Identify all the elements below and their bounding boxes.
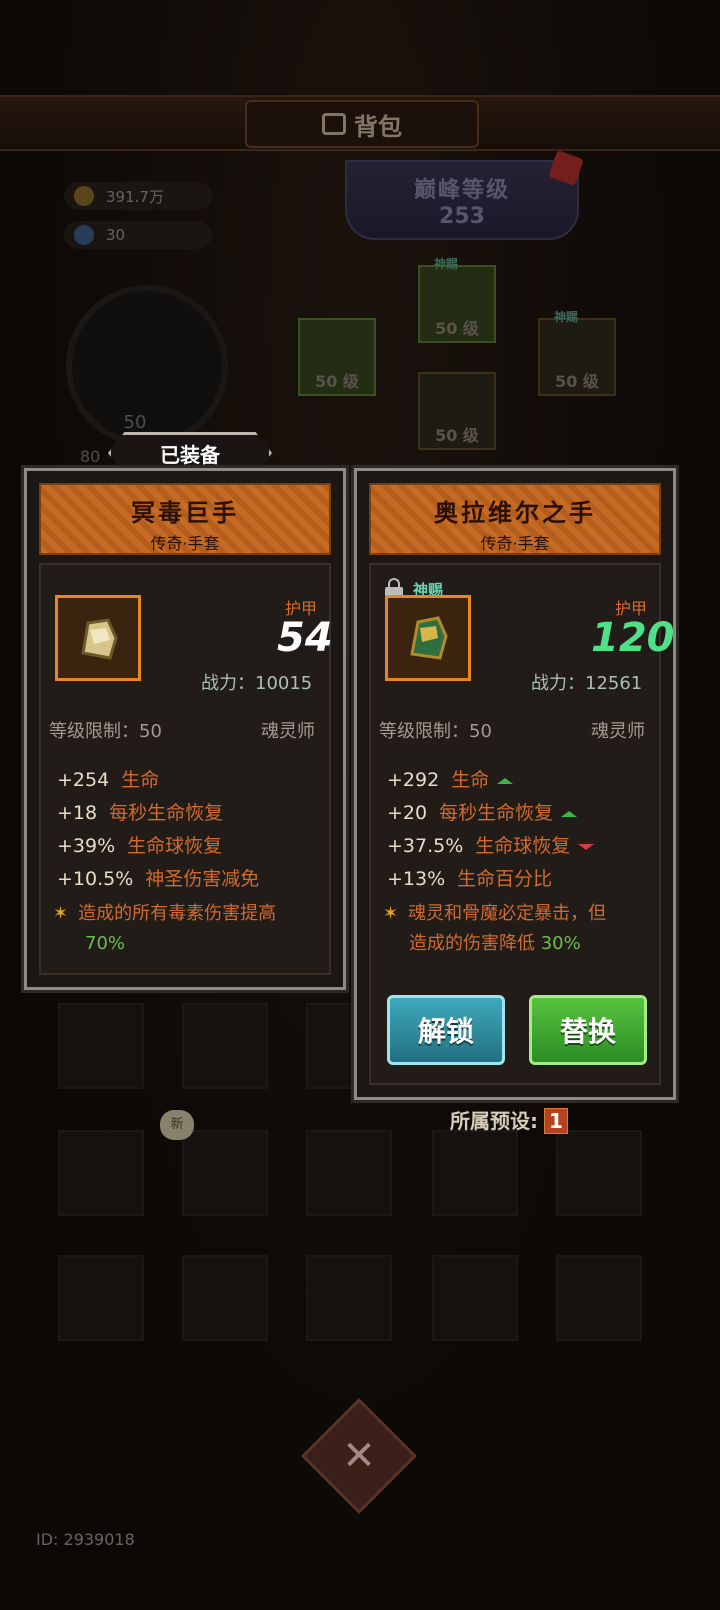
stat-line: +292 生命 bbox=[387, 765, 514, 792]
gauntlet-gold-icon[interactable] bbox=[55, 595, 141, 681]
stat-line: +39% 生命球恢复 bbox=[57, 835, 223, 857]
star-icon: ✶ bbox=[53, 903, 69, 924]
candidate-item-subtitle: 传奇·手套 bbox=[480, 534, 550, 553]
class-label: 魂灵师 bbox=[591, 721, 645, 742]
preset-label: 所属预设: bbox=[450, 1109, 538, 1133]
special-effect: ✶ 魂灵和骨魔必定暴击，但 造成的伤害降低 30% bbox=[383, 903, 607, 954]
stat-line: +13% 生命百分比 bbox=[387, 868, 553, 890]
unlock-button[interactable]: 解锁 bbox=[387, 995, 505, 1065]
candidate-title-bar: 奥拉维尔之手 传奇·手套 bbox=[369, 483, 661, 555]
current-item-panel: 冥毒巨手 传奇·手套 护甲 54 战力：10015 等级限制：50 魂灵师 +2… bbox=[24, 468, 346, 990]
stat-line: +37.5% 生命球恢复 bbox=[387, 831, 595, 858]
stat-line: +20 每秒生命恢复 bbox=[387, 798, 578, 825]
combat-power: 战力：10015 bbox=[201, 673, 313, 694]
current-item-name: 冥毒巨手 bbox=[131, 499, 239, 527]
stat-up-icon bbox=[561, 810, 578, 817]
current-item-details: 护甲 54 战力：10015 等级限制：50 魂灵师 +254 生命 +18 每秒生… bbox=[39, 563, 333, 975]
candidate-item-name: 奥拉维尔之手 bbox=[434, 499, 596, 527]
replace-button[interactable]: 替换 bbox=[529, 995, 647, 1065]
player-id: ID: 2939018 bbox=[36, 1530, 135, 1549]
stat-up-icon bbox=[497, 777, 514, 784]
stat-line: +18 每秒生命恢复 bbox=[57, 802, 224, 824]
close-icon: ✕ bbox=[342, 1433, 376, 1479]
preset-indicator: 所属预设: 1 bbox=[450, 1105, 568, 1134]
level-requirement: 等级限制：50 bbox=[379, 721, 492, 742]
stat-down-icon bbox=[578, 843, 595, 850]
armor-value: 120 bbox=[591, 615, 675, 661]
preset-number: 1 bbox=[544, 1108, 568, 1134]
candidate-item-details: 神赐 护甲 120 战力：12561 等级限制：50 魂灵师 +292 生命 +2… bbox=[369, 563, 675, 1085]
current-item-subtitle: 传奇·手套 bbox=[150, 534, 220, 553]
armor-value: 54 bbox=[277, 615, 333, 661]
level-requirement: 等级限制：50 bbox=[49, 721, 162, 742]
class-label: 魂灵师 bbox=[261, 721, 315, 742]
stat-line: +10.5% 神圣伤害减免 bbox=[57, 868, 260, 890]
stat-line: +254 生命 bbox=[57, 769, 160, 791]
special-effect: ✶ 造成的所有毒素伤害提高 70% bbox=[53, 903, 277, 954]
gauntlet-green-icon[interactable] bbox=[385, 595, 471, 681]
candidate-item-panel: 奥拉维尔之手 传奇·手套 神赐 护甲 120 战力：12561 等级限制：50 … bbox=[354, 468, 676, 1100]
current-title-bar: 冥毒巨手 传奇·手套 bbox=[39, 483, 331, 555]
star-icon: ✶ bbox=[383, 903, 399, 924]
combat-power: 战力：12561 bbox=[531, 673, 643, 694]
